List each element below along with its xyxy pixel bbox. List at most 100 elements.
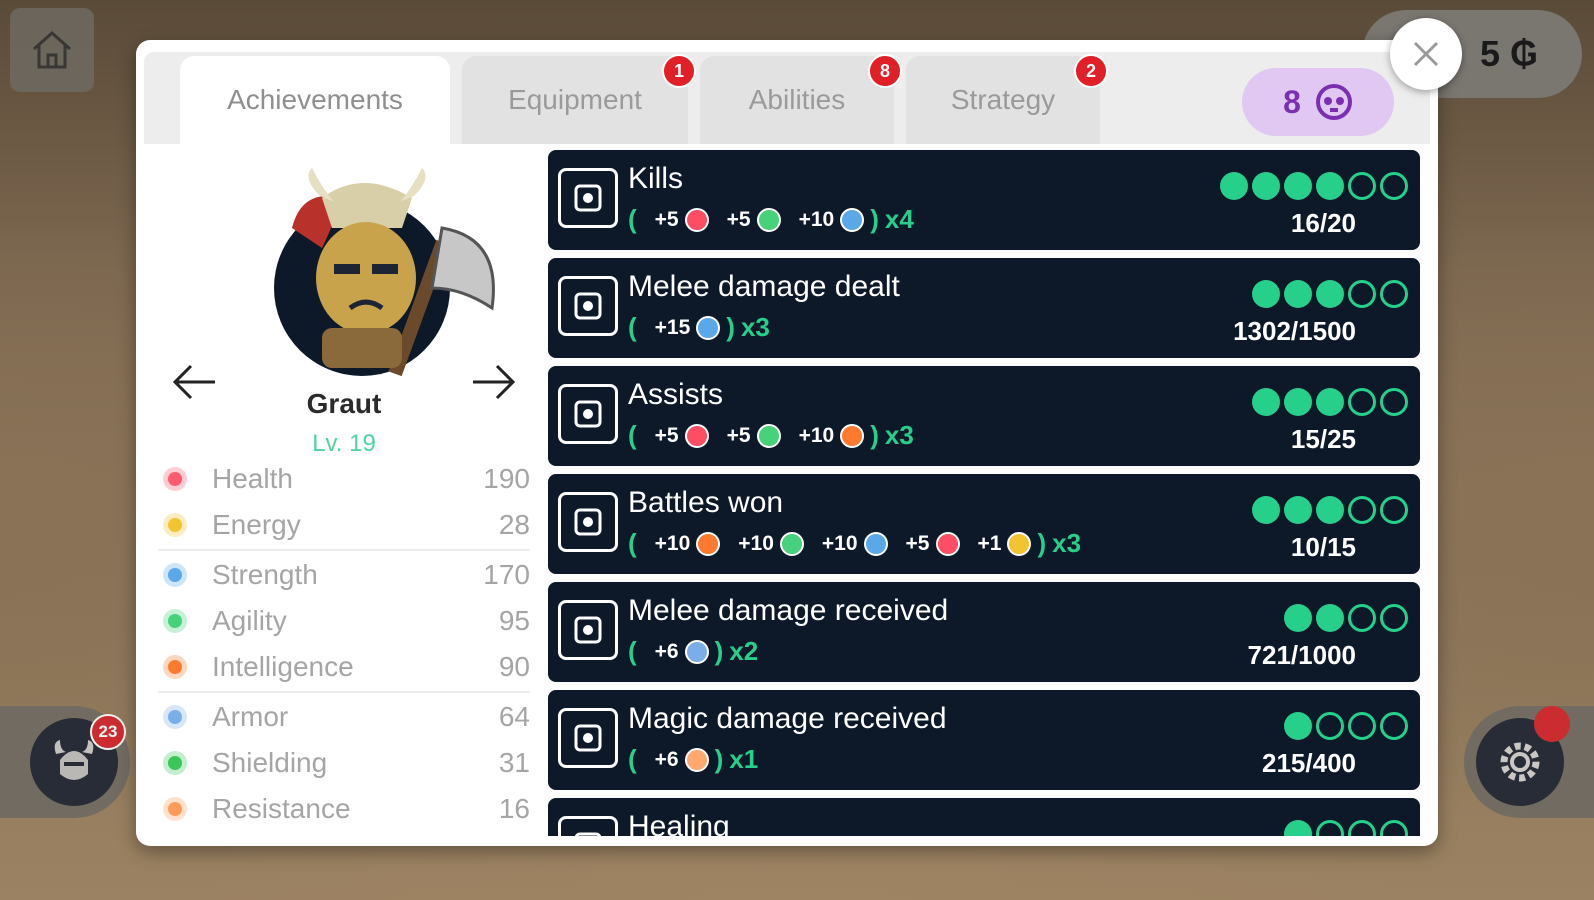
rewards-close-paren: ) [726, 312, 735, 342]
abilities-badge: 8 [868, 54, 902, 88]
healing-icon [558, 816, 618, 836]
milestone-dot [1348, 604, 1376, 632]
stat-label: Intelligence [212, 651, 354, 682]
stat-label: Health [212, 463, 293, 494]
hero-modal: Achievements Equipment 1 Abilities 8 Str… [136, 40, 1438, 846]
stat-row-health: Health 190 [158, 456, 530, 502]
stat-value: 170 [483, 559, 530, 590]
milestone-dot [1284, 604, 1312, 632]
milestone-dot [1380, 712, 1408, 740]
hero-stats: Health 190 Energy 28 Strength 170 Agility 95 Int… [158, 456, 530, 832]
milestone-dot [1252, 388, 1280, 416]
milestone-dot [1252, 280, 1280, 308]
armor-icon [558, 600, 618, 660]
tab-label: Abilities [748, 84, 846, 115]
achievement-list[interactable]: Kills(+5 +5 +10) x4 16/20 Melee damage dealt(… [548, 150, 1420, 836]
stat-value: 64 [498, 701, 530, 732]
claw-icon [558, 276, 618, 336]
orange-shield-icon [158, 792, 192, 826]
achievement-row[interactable]: Healing [548, 798, 1420, 836]
stat-row-resistance: Resistance 16 [158, 786, 530, 832]
reward-value: +6 [654, 747, 679, 771]
milestone-dot [1284, 712, 1312, 740]
milestone-dots [1284, 604, 1408, 632]
stat-value: 90 [498, 651, 530, 682]
tab-abilities[interactable]: Abilities 8 [700, 54, 902, 144]
hero-notification-badge: 23 [90, 714, 126, 750]
reward-value: +10 [821, 531, 858, 555]
stat-divider [158, 549, 530, 551]
reward-multiplier: x4 [884, 204, 914, 234]
rewards-open-paren: ( [628, 636, 637, 666]
achievement-row[interactable]: Kills (+5 +5 +10) x4 16/20 [548, 150, 1420, 250]
reward-value: +15 [654, 315, 691, 339]
milestone-dot [1252, 496, 1280, 524]
achievement-rewards: (+10 +10 +10 +5 +1) x3 [628, 528, 1081, 559]
achievement-progress: 215/400 [1262, 748, 1356, 778]
achievement-rewards: (+6) x2 [628, 636, 758, 667]
robe-icon [558, 708, 618, 768]
achievement-row[interactable]: Magic damage received (+6) x1 215/400 [548, 690, 1420, 790]
milestone-dot [1348, 172, 1376, 200]
milestone-dot [1316, 172, 1344, 200]
stat-value: 95 [498, 605, 530, 636]
close-icon [1413, 41, 1439, 67]
reward-gem-icon [684, 639, 709, 664]
strategy-badge: 2 [1074, 54, 1108, 88]
reward-value: +10 [654, 531, 691, 555]
hero-portrait [262, 168, 512, 388]
stat-row-strength: Strength 170 [158, 552, 530, 598]
tab-bar: Achievements Equipment 1 Abilities 8 Str… [144, 52, 1430, 144]
close-button[interactable] [1390, 18, 1462, 90]
achievement-progress: 16/20 [1290, 208, 1356, 238]
stat-value: 190 [483, 463, 530, 494]
green-shield-icon [158, 746, 192, 780]
shield-icon [158, 700, 192, 734]
scroll-icon [558, 168, 618, 228]
achievement-row[interactable]: Battles won (+10 +10 +10 +5 +1) x3 10/15 [548, 474, 1420, 574]
achievement-progress: 15/25 [1290, 424, 1356, 454]
tab-equipment[interactable]: Equipment 1 [462, 54, 696, 144]
rewards-open-paren: ( [628, 528, 637, 558]
achievement-rewards: (+6) x1 [628, 744, 758, 775]
milestone-dot [1348, 496, 1376, 524]
gear-icon [1500, 742, 1540, 782]
milestone-dot [1316, 388, 1344, 416]
fist-icon [158, 558, 192, 592]
achievement-title: Melee damage received [628, 594, 949, 627]
stat-value: 16 [498, 793, 530, 824]
milestone-dot [1284, 280, 1312, 308]
skill-points-pill[interactable]: 8 [1242, 68, 1394, 136]
achievement-row[interactable]: Melee damage received (+6) x2 721/1000 [548, 582, 1420, 682]
tab-strategy[interactable]: Strategy 2 [906, 54, 1108, 144]
reward-gem-icon [840, 423, 865, 448]
achievement-title: Kills [628, 162, 684, 195]
achievement-progress: 1302/1500 [1233, 316, 1356, 346]
achievement-progress: 10/15 [1290, 532, 1356, 562]
hero-image [274, 168, 495, 377]
milestone-dots [1284, 820, 1408, 836]
settings-button[interactable] [1464, 706, 1594, 818]
skull-coin-icon [1315, 84, 1352, 120]
reward-value: +5 [905, 531, 930, 555]
milestone-dot [1316, 604, 1344, 632]
stat-row-armor: Armor 64 [158, 694, 530, 740]
tab-achievements[interactable]: Achievements [180, 56, 450, 144]
achievement-row[interactable]: Melee damage dealt (+15) x3 1302/1500 [548, 258, 1420, 358]
milestone-dot [1348, 388, 1376, 416]
home-button[interactable] [10, 8, 94, 92]
reward-value: +5 [726, 423, 751, 447]
milestone-dot [1380, 280, 1408, 308]
skill-points-count: 8 [1283, 83, 1301, 120]
achievement-row[interactable]: Assists (+5 +5 +10) x3 15/25 [548, 366, 1420, 466]
reward-gem-icon [756, 423, 781, 448]
milestone-dots [1252, 280, 1408, 308]
milestone-dot [1284, 172, 1312, 200]
milestone-dot [1284, 820, 1312, 836]
rewards-open-paren: ( [628, 420, 637, 450]
reward-multiplier: x3 [884, 420, 914, 450]
heroes-button[interactable]: 23 [0, 706, 130, 818]
reward-gem-icon [696, 315, 721, 340]
heart-icon [158, 462, 192, 496]
reward-multiplier: x3 [740, 312, 770, 342]
